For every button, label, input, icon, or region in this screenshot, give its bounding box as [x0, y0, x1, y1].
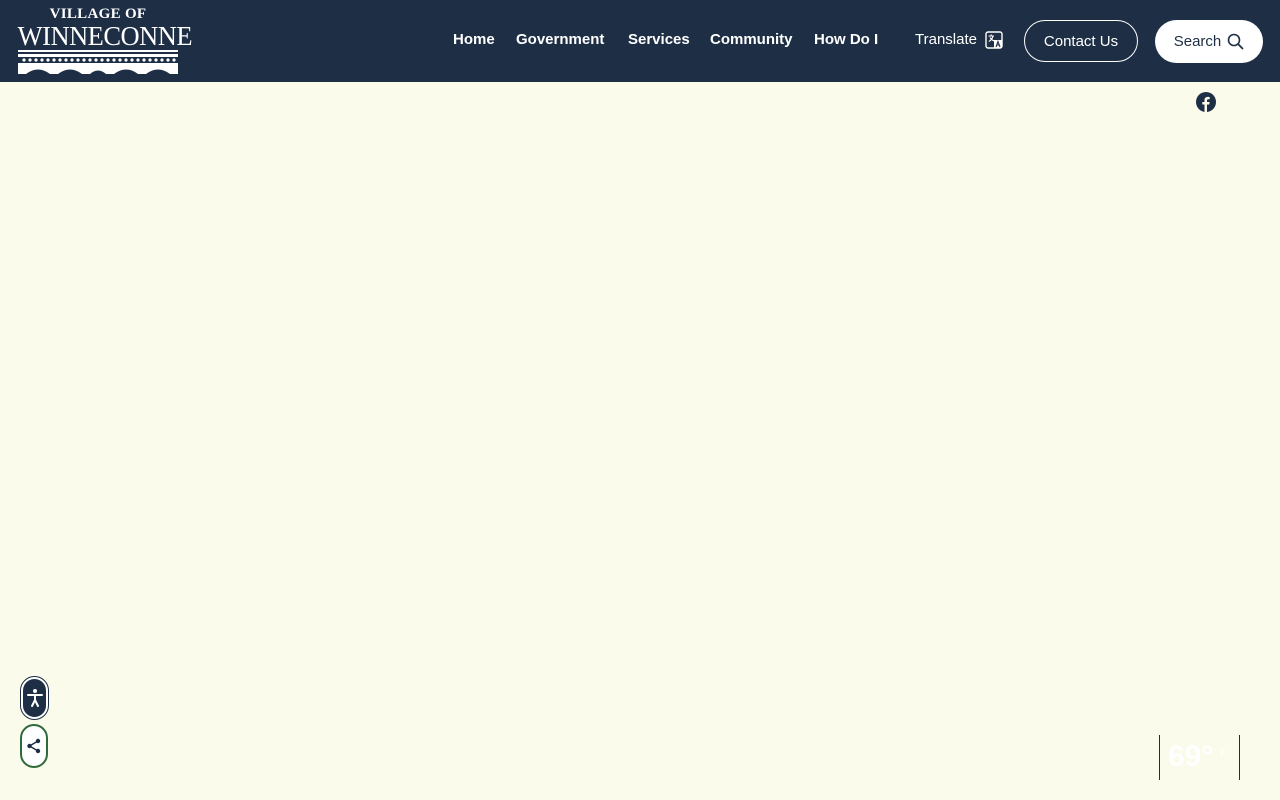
accessibility-button[interactable]	[20, 676, 49, 720]
search-button[interactable]: Search	[1155, 20, 1263, 63]
village-logo[interactable]: VILLAGE OF WINNECONNE	[16, 6, 193, 74]
share-button[interactable]	[20, 724, 48, 768]
translate-button[interactable]: Translate	[915, 31, 1003, 49]
weather-temperature: 69°	[1168, 740, 1214, 773]
nav-how-do-i[interactable]: How Do I	[814, 31, 878, 49]
weather-unit: F	[1220, 747, 1228, 761]
logo-main-text: WINNECONNE	[17, 21, 193, 51]
nav-community[interactable]: Community	[710, 31, 793, 49]
search-label: Search	[1173, 33, 1222, 50]
nav-government[interactable]: Government	[516, 31, 604, 49]
translate-icon	[985, 31, 1003, 49]
translate-label: Translate	[915, 31, 977, 48]
logo-top-text: VILLAGE OF	[49, 6, 147, 22]
search-icon	[1227, 33, 1244, 50]
nav-home[interactable]: Home	[453, 31, 495, 49]
accessibility-icon	[26, 689, 43, 707]
facebook-icon[interactable]	[1196, 92, 1216, 112]
contact-us-button[interactable]: Contact Us	[1024, 20, 1138, 62]
contact-us-label: Contact Us	[1043, 32, 1119, 50]
nav-services[interactable]: Services	[628, 31, 690, 49]
site-header: VILLAGE OF WINNECONNE Home Government Se…	[0, 0, 1280, 82]
bridge-graphic	[18, 50, 178, 74]
share-icon	[27, 738, 41, 754]
weather-widget: 69° F	[1159, 735, 1240, 780]
